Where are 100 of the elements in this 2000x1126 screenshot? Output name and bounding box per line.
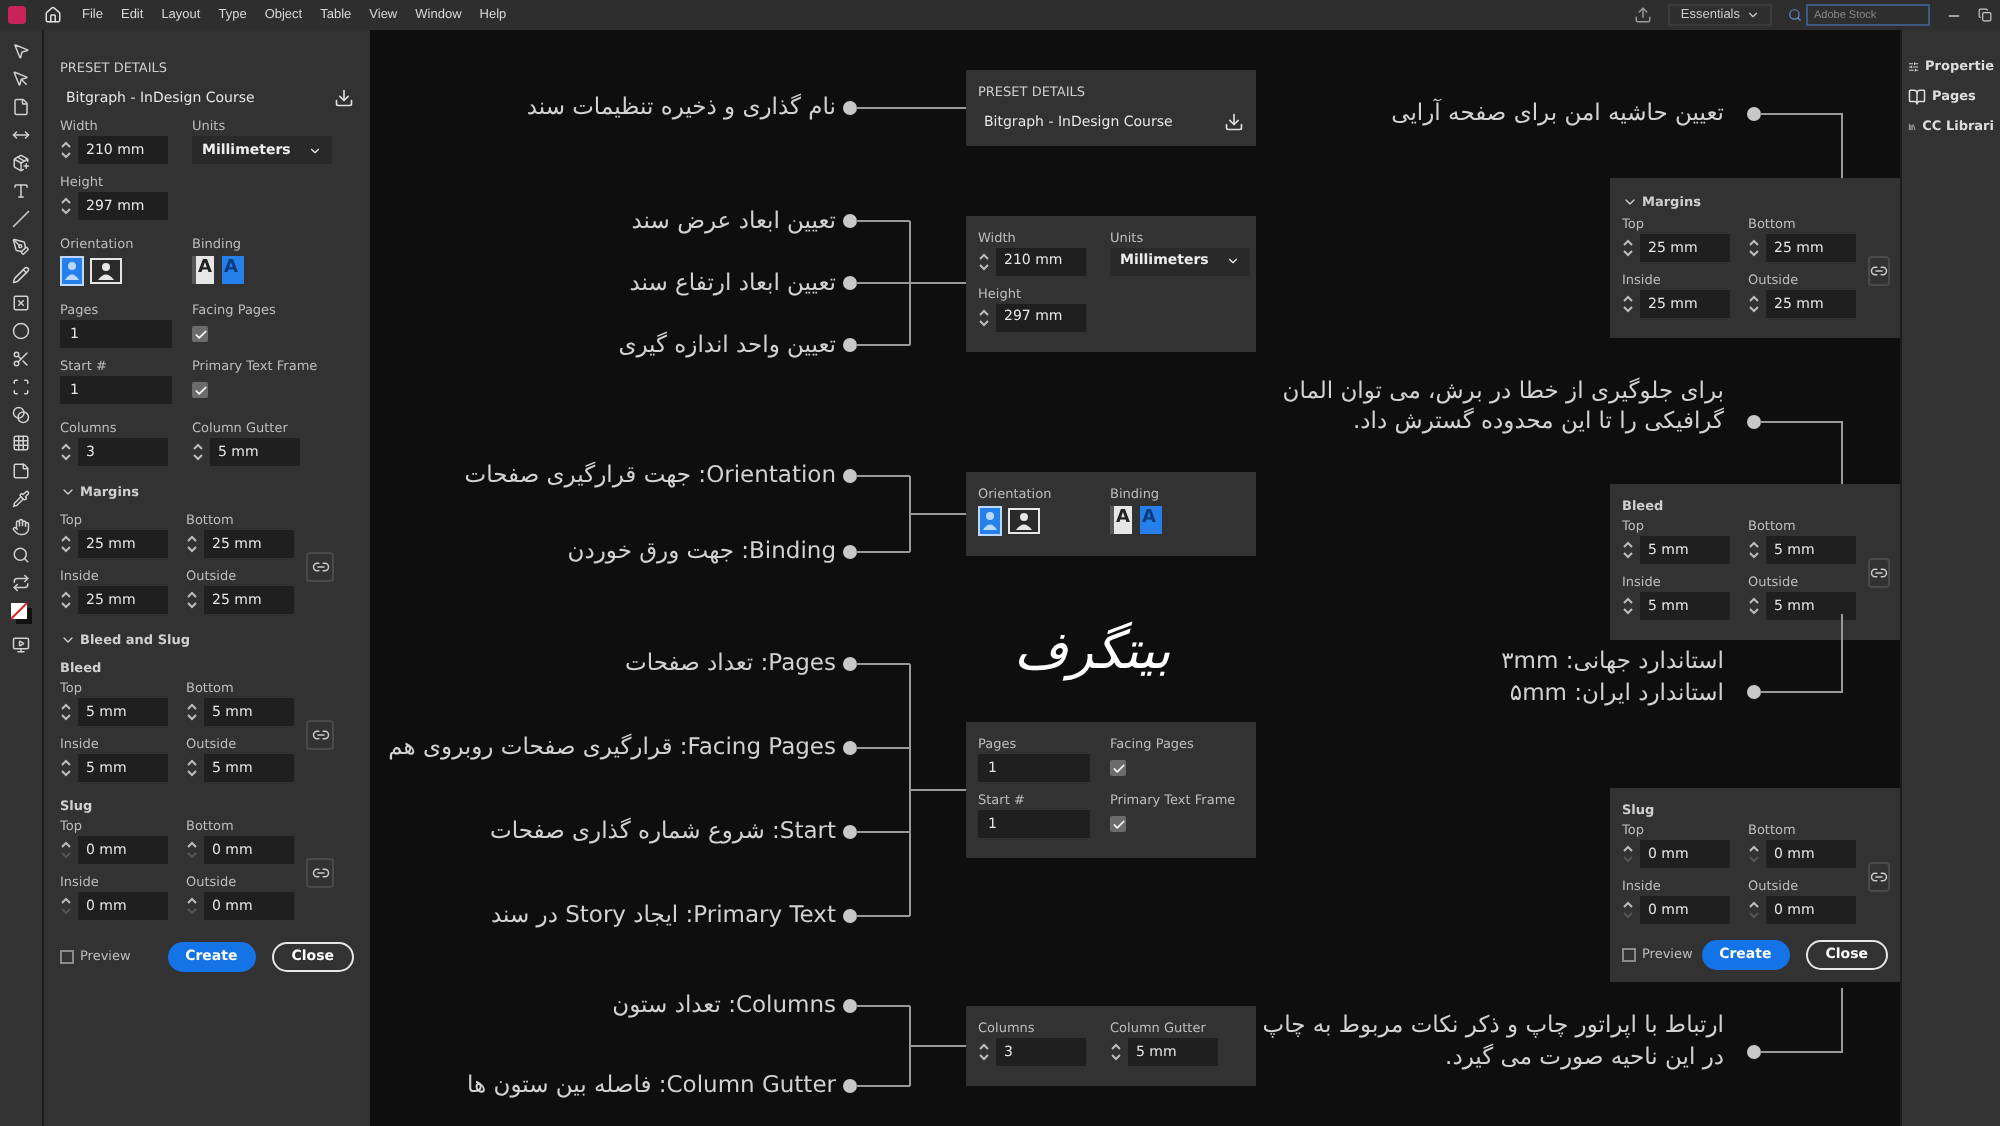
check-icon (1111, 817, 1125, 831)
stepper-icon[interactable] (60, 590, 72, 610)
stepper-icon[interactable] (186, 758, 198, 778)
restore-icon[interactable] (1978, 8, 1992, 22)
portrait-button[interactable] (978, 505, 1002, 535)
chain-icon (311, 725, 329, 743)
callout-text: تعیین واحد اندازه گیری (618, 327, 836, 362)
callout-text: Column Gutter: فاصله بین ستون ها (467, 1068, 836, 1103)
checkbox[interactable] (1110, 760, 1126, 776)
stepper-icon[interactable] (1622, 596, 1634, 616)
page-icon[interactable] (12, 98, 30, 116)
hand-icon[interactable] (12, 518, 30, 536)
landscape-button[interactable] (1008, 507, 1040, 533)
stepper-icon[interactable] (1622, 294, 1634, 314)
stepper-icon[interactable] (978, 307, 990, 327)
ellipse-icon[interactable] (12, 322, 30, 340)
portrait-button[interactable] (60, 255, 84, 285)
pages-icon (1908, 88, 1926, 107)
stepper-icon[interactable] (60, 442, 72, 462)
callout-text: Primary Text: ایجاد Story در سند (490, 898, 836, 933)
line-icon[interactable] (12, 210, 30, 228)
callout-text: استاندارد جهانی: ۳mm (1501, 644, 1724, 676)
save-preset-icon[interactable] (334, 88, 354, 108)
pencil-icon[interactable] (12, 266, 30, 284)
stepper-icon[interactable] (60, 196, 72, 216)
link-button[interactable] (306, 857, 334, 887)
callout-text: Columns: تعداد ستون (612, 988, 836, 1023)
gap-arrows-icon[interactable] (12, 126, 30, 144)
callout-text: Pages: تعداد صفحات (625, 646, 836, 681)
stepper-icon[interactable] (1622, 238, 1634, 258)
chevron-icon (1746, 8, 1760, 22)
stepper-icon[interactable] (1110, 1042, 1122, 1062)
transform-icon[interactable] (12, 378, 30, 396)
note-icon[interactable] (12, 462, 30, 480)
check-icon (193, 383, 207, 397)
chevron-icon (1226, 254, 1240, 268)
type-icon[interactable] (12, 182, 30, 200)
chain-icon (1870, 563, 1888, 581)
chain-icon (311, 863, 329, 881)
callout-text: ارتباط با اپراتور چاپ و ذکر نکات مربوط به چاپ در این ناحیه صورت می گیرد. (1260, 1008, 1724, 1072)
callout-text: Facing Pages: قرارگیری صفحات روبروی هم (388, 730, 836, 765)
landscape-button[interactable] (90, 257, 122, 283)
stepper-icon[interactable] (60, 534, 72, 554)
stepper-icon[interactable] (192, 442, 204, 462)
chain-icon (311, 557, 329, 575)
checkbox[interactable] (1110, 816, 1126, 832)
save-preset-icon[interactable] (1224, 112, 1244, 132)
checkbox[interactable] (60, 950, 74, 964)
sliders-icon (1908, 58, 1920, 77)
stepper-icon[interactable] (978, 1042, 990, 1062)
stepper-icon[interactable] (60, 702, 72, 722)
stepper-icon[interactable] (186, 534, 198, 554)
callout-text: تعیین حاشیه امن برای صفحه آرایی (1391, 98, 1724, 128)
brand-logo: بیتگرف (1014, 619, 1170, 686)
chevron-icon (308, 143, 322, 157)
app-logo (8, 6, 26, 24)
callout-text: Binding: جهت ورق خوردن (567, 534, 836, 569)
stepper-icon[interactable] (186, 702, 198, 722)
callout-text: Start: شروع شماره گذاری صفحات (490, 814, 836, 849)
check-icon (1111, 761, 1125, 775)
callout-text: تعیین ابعاد ارتفاع سند (629, 265, 836, 300)
callout-text: استاندارد ایران: ۵mm (1509, 676, 1724, 708)
home-icon[interactable] (44, 6, 62, 24)
binding-button[interactable]: A (192, 256, 214, 284)
checkbox[interactable] (192, 382, 208, 398)
stepper-icon[interactable] (1748, 238, 1760, 258)
pen-icon[interactable] (12, 238, 30, 256)
stepper-icon[interactable] (1748, 294, 1760, 314)
scissors-icon[interactable] (12, 350, 30, 368)
cursor-icon[interactable] (12, 42, 30, 60)
link-button[interactable] (1868, 557, 1890, 587)
callout-text: نام گذاری و ذخیره تنظیمات سند (526, 90, 836, 125)
grid-icon[interactable] (12, 434, 30, 452)
stepper-icon[interactable] (1748, 596, 1760, 616)
cursor-icon[interactable] (12, 70, 30, 88)
link-button[interactable] (1868, 255, 1890, 285)
callout-text: Orientation: جهت قرارگیری صفحات (464, 458, 836, 493)
swap-icon[interactable] (12, 574, 30, 592)
link-button[interactable] (306, 719, 334, 749)
callout-text: تعیین ابعاد عرض سند (631, 203, 836, 238)
link-button[interactable] (306, 551, 334, 581)
stepper-icon[interactable] (60, 140, 72, 160)
eyedropper-icon[interactable] (12, 490, 30, 508)
check-icon (193, 327, 207, 341)
stepper-icon[interactable] (1748, 540, 1760, 560)
binding-button[interactable]: A (1110, 506, 1132, 534)
stepper-icon[interactable] (60, 758, 72, 778)
stepper-icon[interactable] (186, 590, 198, 610)
fill-stroke-icon[interactable] (9, 602, 33, 626)
zoom-icon[interactable] (12, 546, 30, 564)
share-icon[interactable] (1634, 6, 1653, 24)
checkbox[interactable] (1622, 948, 1636, 962)
checkbox[interactable] (192, 326, 208, 342)
chain-icon (1870, 867, 1888, 885)
search-icon (1788, 8, 1802, 22)
frame-icon[interactable] (12, 294, 30, 312)
screen-mode-icon[interactable] (12, 636, 30, 654)
stepper-icon[interactable] (978, 251, 990, 271)
link-button[interactable] (1868, 861, 1890, 891)
stepper-icon[interactable] (1622, 540, 1634, 560)
